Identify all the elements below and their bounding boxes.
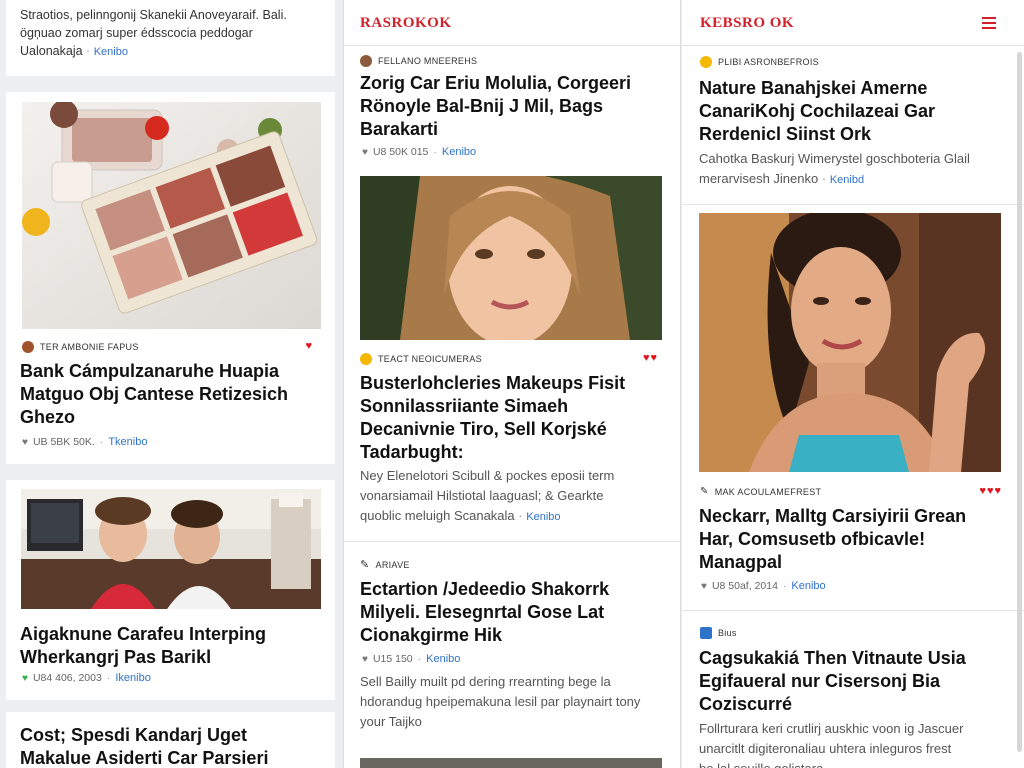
article-image[interactable] [360, 758, 662, 768]
feed-column-left: Straotios, pelinngonij Skanekii Anoveyar… [0, 0, 342, 768]
author-name[interactable]: TER AMBONIE FAPUS [40, 342, 139, 352]
scrollbar[interactable] [1017, 52, 1022, 752]
author-avatar[interactable] [360, 55, 372, 67]
article-card[interactable]: PLIBI ASRONBEFROIS Nature Banahjskei Ame… [682, 47, 1024, 201]
article-stats: ♥ U84 406, 2003 · Ikenibo [22, 672, 151, 684]
article-card[interactable]: Aigaknune Carafeu Interping Wherkangrj P… [6, 480, 335, 700]
woman-smiling-image[interactable] [699, 213, 1001, 472]
source-link[interactable]: Ikenibo [115, 672, 150, 684]
heart-icon[interactable]: ♥ [305, 340, 313, 352]
feed-column-right: KEBSRO OK PLIBI ASRONBEFROIS Nature Bana… [682, 0, 1024, 768]
article-stats: ♥ UB 5BK 50K. · Tkenibo [22, 436, 148, 448]
article-excerpt: Ney Elenelotori Scibull & pockes eposii … [360, 468, 615, 523]
heart-icon[interactable]: ♥ [701, 581, 707, 592]
article-excerpt: Cahotka Baskurj Wimerystel goschboteria … [699, 151, 970, 186]
article-title[interactable]: Neckarr, Malltg Carsiyirii Grean Har, Co… [699, 505, 1009, 574]
source-link[interactable]: Kenibd [830, 174, 864, 186]
source-link[interactable]: Kenibo [94, 46, 128, 58]
pencil-icon: ✎ [700, 486, 709, 497]
article-card[interactable]: FELLANO MNEEREHS Zorig Car Eriu Molulia,… [344, 47, 680, 537]
article-stats: ♥ U8 50af, 2014 · Kenibo [701, 580, 826, 592]
article-card[interactable]: Cost; Spesdi Kandarj Uget Makalue Asider… [6, 712, 335, 768]
source-link[interactable]: Kenibo [526, 511, 560, 523]
article-stats: ♥ U15 150 · Kenibo [362, 653, 461, 665]
article-title[interactable]: Cagsukakiá Then Vitnaute Usia Egifaueral… [699, 647, 1009, 716]
article-card[interactable]: TER AMBONIE FAPUS ♥ Bank Cámpulzanaruhe … [6, 92, 335, 464]
excerpt-line: ögņuao zomarj super édsscocia peddogar [20, 26, 253, 40]
menu-icon[interactable] [982, 17, 996, 29]
author-avatar[interactable] [22, 341, 34, 353]
source-link[interactable]: Kenibo [442, 146, 476, 158]
heart-icon[interactable]: ♥ [22, 437, 28, 448]
header-bar: KEBSRO OK [682, 0, 1024, 46]
heart-icon[interactable]: ♥ [362, 654, 368, 665]
author-name[interactable]: MAK ACOULAMEFREST [715, 487, 822, 497]
source-link[interactable]: Tkenibo [108, 436, 147, 448]
site-logo[interactable]: KEBSRO OK [700, 15, 794, 32]
article-title[interactable]: Ectartion /Jedeedio Shakorrk Milyeli. El… [360, 578, 670, 647]
feed-column-middle: RASROKOK FELLANO MNEEREHS Zorig Car Eriu… [343, 0, 681, 768]
excerpt-line: Ualonakaja [20, 44, 83, 58]
pencil-icon: ✎ [360, 559, 370, 571]
author-avatar[interactable] [700, 56, 712, 68]
heart-icon[interactable]: ♥ [362, 147, 368, 158]
author-name[interactable]: PLIBI ASRONBEFROIS [718, 57, 819, 67]
two-women-office-image[interactable] [21, 489, 321, 609]
author-name[interactable]: TEACT NEOICUMERAS [378, 354, 482, 364]
author-name[interactable]: Bius [718, 628, 737, 638]
excerpt-line: Straotios, pelinngonij Skanekii Anoveyar… [20, 8, 287, 22]
article-title[interactable]: Nature Banahjskei Amerne CanariKohj Coch… [699, 77, 1009, 146]
article-title[interactable]: Zorig Car Eriu Molulia, Corgeeri Rönoyle… [360, 72, 670, 141]
article-stats: ♥ U8 50K 015 · Kenibo [362, 146, 477, 158]
author-avatar[interactable] [360, 353, 372, 365]
article-title[interactable]: Cost; Spesdi Kandarj Uget Makalue Asider… [20, 724, 325, 768]
heart-icon[interactable]: ♥♥ [643, 352, 658, 364]
article-card[interactable]: ✎ ARIAVE Ectartion /Jedeedio Shakorrk Mi… [344, 541, 680, 741]
article-excerpt: Follrturara keri crutlirj auskhic voon i… [699, 721, 964, 768]
article-title[interactable]: Aigaknune Carafeu Interping Wherkangrj P… [20, 623, 325, 669]
article-card[interactable]: ✎ MAK ACOULAMEFREST ♥♥♥ Neckarr, Malltg … [682, 204, 1024, 608]
author-name[interactable]: ARIAVE [376, 560, 410, 570]
heart-icon[interactable]: ♥ [22, 673, 28, 684]
source-link[interactable]: Kenibo [791, 580, 825, 592]
article-excerpt: Sell Bailly muilt pd dering rrearnting b… [360, 674, 641, 729]
source-link[interactable]: Kenibo [426, 653, 460, 665]
article-title[interactable]: Bank Cámpulzanaruhe Huapia Matguo Obj Ca… [20, 360, 325, 429]
article-title[interactable]: Busterlohcleries Makeups Fisit Sonnilass… [360, 372, 670, 464]
heart-icon[interactable]: ♥♥♥ [979, 485, 1002, 497]
author-avatar[interactable] [700, 627, 712, 639]
article-card[interactable]: Straotios, pelinngonij Skanekii Anoveyar… [6, 0, 335, 76]
eyeshadow-palette-image[interactable] [22, 102, 321, 329]
header-bar: RASROKOK [344, 0, 680, 46]
author-name[interactable]: FELLANO MNEEREHS [378, 56, 477, 66]
site-logo[interactable]: RASROKOK [360, 15, 452, 32]
woman-portrait-image[interactable] [360, 176, 662, 340]
article-card[interactable]: Bius Cagsukakiá Then Vitnaute Usia Egifa… [682, 610, 1024, 768]
